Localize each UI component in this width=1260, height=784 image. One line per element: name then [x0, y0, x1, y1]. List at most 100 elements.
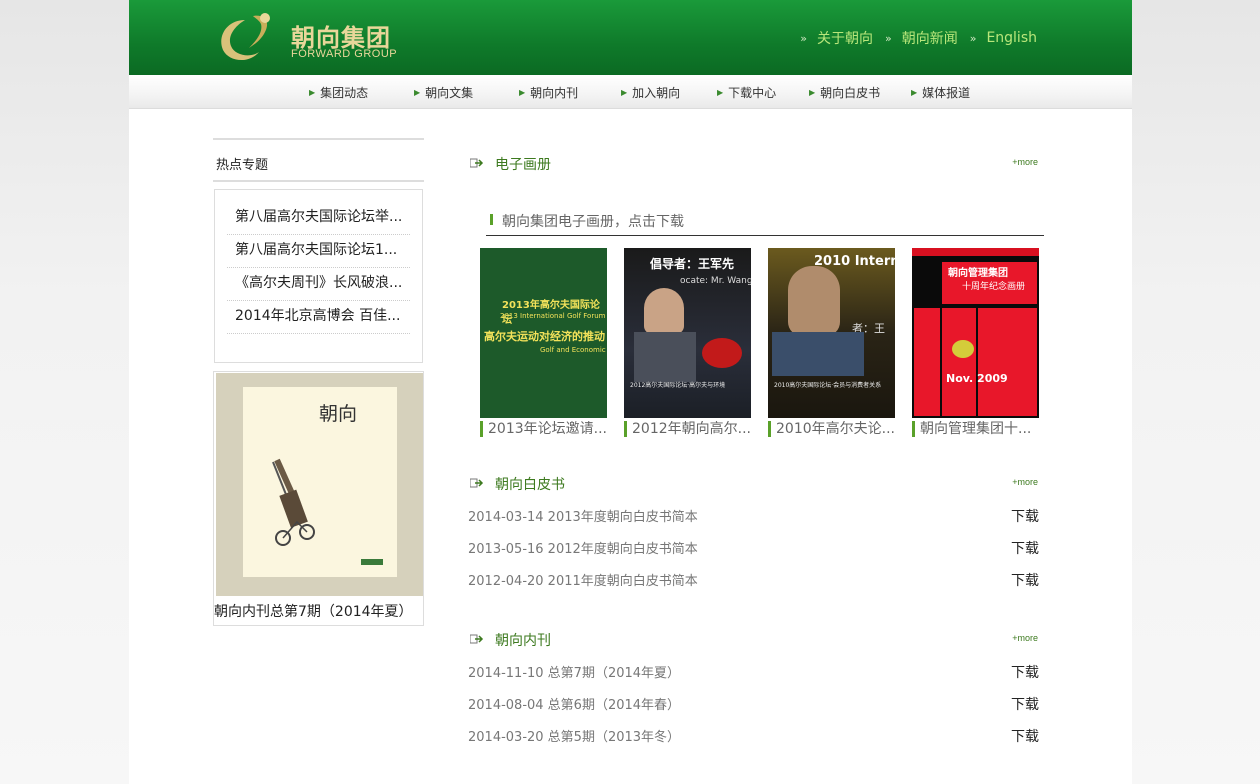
- list-item: 2014-11-10 总第7期（2014年夏） 下载: [468, 662, 1039, 682]
- menu-item-label: 媒体报道: [922, 86, 971, 100]
- arrow-right-icon: ▶: [621, 88, 628, 97]
- nav-link-news[interactable]: 朝向新闻: [902, 28, 958, 48]
- red-block: [942, 308, 976, 416]
- whitepaper-entry[interactable]: 2014-03-14 2013年度朝向白皮书简本: [468, 506, 698, 525]
- flowers: [702, 338, 742, 368]
- list-item: 2014-03-14 2013年度朝向白皮书简本 下载: [468, 506, 1039, 526]
- golf-bag-icon: [272, 458, 315, 546]
- menu-item-downloads[interactable]: ▶ 下载中心: [717, 84, 776, 101]
- cover-text: 十周年纪念画册: [962, 282, 1026, 292]
- album-subtitle: 朝向集团电子画册，点击下载: [486, 210, 1044, 236]
- list-item: 2014-08-04 总第6期（2014年春） 下载: [468, 694, 1039, 714]
- list-item: 2012-04-20 2011年度朝向白皮书简本 下载: [468, 570, 1039, 590]
- whitepaper-entry[interactable]: 2012-04-20 2011年度朝向白皮书简本: [468, 570, 698, 589]
- album-cover-image[interactable]: 朝向管理集团 十周年纪念画册 Nov. 2009: [912, 248, 1039, 418]
- album-item[interactable]: 倡导者：王军先 ocate: Mr. Wang 2012高尔夫国际论坛·高尔夫与…: [624, 248, 752, 437]
- magazine-cover-image[interactable]: 朝向: [216, 373, 423, 596]
- speaker-body: [772, 332, 864, 376]
- logo-english-name: FORWARD GROUP: [291, 48, 398, 60]
- journal-entry[interactable]: 2014-03-20 总第5期（2013年冬）: [468, 726, 680, 745]
- journal-entry[interactable]: 2014-11-10 总第7期（2014年夏）: [468, 662, 680, 681]
- album-more-link[interactable]: +more: [1012, 157, 1038, 167]
- list-item: 2014-03-20 总第5期（2013年冬） 下载: [468, 726, 1039, 746]
- hot-topics-header: 热点专题: [213, 138, 424, 182]
- cover-text: 2013 International Golf Forum: [500, 312, 606, 320]
- whitepaper-section-title: 朝向白皮书: [495, 477, 565, 493]
- whitepaper-entry[interactable]: 2013-05-16 2012年度朝向白皮书简本: [468, 538, 698, 557]
- album-subtitle-text: 朝向集团电子画册，点击下载: [502, 214, 684, 230]
- download-button[interactable]: 下载: [1011, 662, 1039, 682]
- cover-text: ocate: Mr. Wang: [680, 276, 751, 286]
- red-strip: [912, 248, 1039, 256]
- page-container: 朝向集团 FORWARD GROUP » 关于朝向 » 朝向新闻 » Engli…: [129, 0, 1132, 784]
- menu-item-journal[interactable]: ▶ 朝向内刊: [519, 84, 578, 101]
- arrow-right-icon: [470, 634, 484, 644]
- logo-mark-icon: [221, 13, 270, 61]
- download-button[interactable]: 下载: [1011, 726, 1039, 746]
- magazine-feature[interactable]: 朝向 朝向内刊总第7期（2014年夏）: [213, 371, 424, 626]
- publisher-logo-icon: [361, 559, 383, 565]
- speaker-body: [634, 332, 696, 382]
- album-cover-image[interactable]: 倡导者：王军先 ocate: Mr. Wang 2012高尔夫国际论坛·高尔夫与…: [624, 248, 751, 418]
- anniversary-emblem-icon: [952, 340, 974, 358]
- speaker-face: [644, 288, 684, 334]
- nav-link-english[interactable]: English: [986, 30, 1037, 46]
- album-item-caption[interactable]: 2013年论坛邀请...: [480, 421, 608, 437]
- list-item[interactable]: 《高尔夫周刊》长风破浪...: [227, 268, 410, 301]
- album-section-header: 电子画册 +more: [470, 154, 1038, 174]
- album-section-title: 电子画册: [495, 157, 551, 173]
- menu-item-join[interactable]: ▶ 加入朝向: [621, 84, 680, 101]
- album-item[interactable]: 2013年高尔夫国际论坛 2013 International Golf For…: [480, 248, 608, 437]
- arrow-right-icon: ▶: [809, 88, 816, 97]
- menu-item-label: 朝向白皮书: [820, 86, 881, 100]
- list-item[interactable]: 第八届高尔夫国际论坛举...: [227, 202, 410, 235]
- accent-bar: [490, 214, 493, 225]
- top-nav: » 关于朝向 » 朝向新闻 » English: [788, 28, 1037, 48]
- download-button[interactable]: 下载: [1011, 506, 1039, 526]
- red-block: [914, 308, 940, 416]
- hot-topics-title: 热点专题: [216, 158, 269, 173]
- arrow-right-icon: ▶: [911, 88, 918, 97]
- journal-entry[interactable]: 2014-08-04 总第6期（2014年春）: [468, 694, 680, 713]
- download-button[interactable]: 下载: [1011, 694, 1039, 714]
- cover-text: 2012高尔夫国际论坛·高尔夫与环境: [630, 382, 726, 389]
- list-item[interactable]: 2014年北京高博会 百佳...: [227, 301, 410, 334]
- album-item-caption[interactable]: 2010年高尔夫论...: [768, 421, 896, 437]
- cover-text: 2013年高尔夫国际论坛: [502, 300, 600, 326]
- cover-text: 朝向管理集团: [948, 268, 1008, 279]
- logo[interactable]: 朝向集团 FORWARD GROUP: [215, 10, 405, 65]
- list-item: 2013-05-16 2012年度朝向白皮书简本 下载: [468, 538, 1039, 558]
- download-button[interactable]: 下载: [1011, 538, 1039, 558]
- album-cover-image[interactable]: 2013年高尔夫国际论坛 2013 International Golf For…: [480, 248, 607, 418]
- cover-text: 高尔夫运动对经济的推动: [484, 330, 605, 343]
- whitepaper-section-header: 朝向白皮书 +more: [470, 474, 1038, 494]
- cover-text: Golf and Economic: [540, 346, 606, 354]
- menu-item-media[interactable]: ▶ 媒体报道: [911, 84, 970, 101]
- menu-item-whitepaper[interactable]: ▶ 朝向白皮书: [809, 84, 880, 101]
- cover-text: 2010 Intern: [814, 254, 895, 269]
- album-item-caption[interactable]: 2012年朝向高尔...: [624, 421, 752, 437]
- nav-link-about[interactable]: 关于朝向: [817, 28, 873, 48]
- site-header: 朝向集团 FORWARD GROUP » 关于朝向 » 朝向新闻 » Engli…: [129, 0, 1132, 75]
- menu-item-articles[interactable]: ▶ 朝向文集: [414, 84, 473, 101]
- separator-icon: »: [884, 31, 892, 45]
- arrow-right-icon: ▶: [309, 88, 316, 97]
- whitepaper-more-link[interactable]: +more: [1012, 477, 1038, 487]
- cover-text: Nov. 2009: [946, 372, 1008, 385]
- menu-item-label: 集团动态: [320, 86, 369, 100]
- list-item[interactable]: 第八届高尔夫国际论坛1...: [227, 235, 410, 268]
- red-block: [978, 308, 1037, 416]
- arrow-right-icon: [470, 478, 484, 488]
- journal-section-header: 朝向内刊 +more: [470, 630, 1038, 650]
- album-cover-image[interactable]: 2010 Intern 者：王 2010高尔夫国际论坛·会员与消费者关系: [768, 248, 895, 418]
- separator-icon: »: [969, 31, 977, 45]
- journal-more-link[interactable]: +more: [1012, 633, 1038, 643]
- album-item[interactable]: 2010 Intern 者：王 2010高尔夫国际论坛·会员与消费者关系 201…: [768, 248, 896, 437]
- album-item[interactable]: 朝向管理集团 十周年纪念画册 Nov. 2009 朝向管理集团十...: [912, 248, 1040, 437]
- menu-item-group-news[interactable]: ▶ 集团动态: [309, 84, 368, 101]
- magazine-caption[interactable]: 朝向内刊总第7期（2014年夏）: [214, 601, 413, 621]
- album-item-caption[interactable]: 朝向管理集团十...: [912, 421, 1040, 437]
- journal-section-title: 朝向内刊: [495, 633, 551, 649]
- cover-text: 倡导者：王军先: [650, 257, 735, 271]
- download-button[interactable]: 下载: [1011, 570, 1039, 590]
